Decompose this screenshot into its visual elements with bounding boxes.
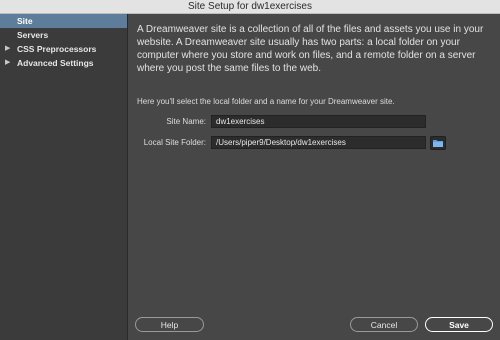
triangle-right-icon[interactable]: ▶	[5, 56, 10, 70]
cancel-button[interactable]: Cancel	[350, 317, 418, 332]
browse-folder-button[interactable]	[430, 136, 446, 150]
instruction-text: Here you'll select the local folder and …	[137, 97, 395, 106]
title-bar: Site Setup for dw1exercises	[0, 0, 500, 14]
sidebar-item-label: Advanced Settings	[17, 58, 94, 68]
category-sidebar: Site Servers ▶ CSS Preprocessors ▶ Advan…	[0, 14, 128, 340]
local-site-folder-label: Local Site Folder:	[143, 138, 206, 147]
save-button[interactable]: Save	[425, 317, 493, 332]
triangle-right-icon[interactable]: ▶	[5, 42, 10, 56]
site-name-input[interactable]: dw1exercises	[211, 115, 426, 128]
site-setup-dialog: Site Setup for dw1exercises Site Servers…	[0, 0, 500, 340]
sidebar-item-advanced-settings[interactable]: ▶ Advanced Settings	[0, 56, 127, 70]
sidebar-item-servers[interactable]: Servers	[0, 28, 127, 42]
site-settings-panel: A Dreamweaver site is a collection of al…	[128, 14, 500, 340]
sidebar-item-label: Site	[17, 16, 33, 26]
sidebar-item-label: CSS Preprocessors	[17, 44, 97, 54]
site-name-label: Site Name:	[166, 117, 206, 126]
folder-icon	[433, 140, 443, 147]
sidebar-item-label: Servers	[17, 30, 49, 40]
window-title: Site Setup for dw1exercises	[188, 1, 312, 12]
help-button[interactable]: Help	[135, 317, 204, 332]
local-site-folder-input[interactable]: /Users/piper9/Desktop/dw1exercises	[211, 136, 426, 149]
intro-text: A Dreamweaver site is a collection of al…	[137, 24, 484, 74]
sidebar-item-css-preprocessors[interactable]: ▶ CSS Preprocessors	[0, 42, 127, 56]
sidebar-item-site[interactable]: Site	[0, 14, 127, 28]
